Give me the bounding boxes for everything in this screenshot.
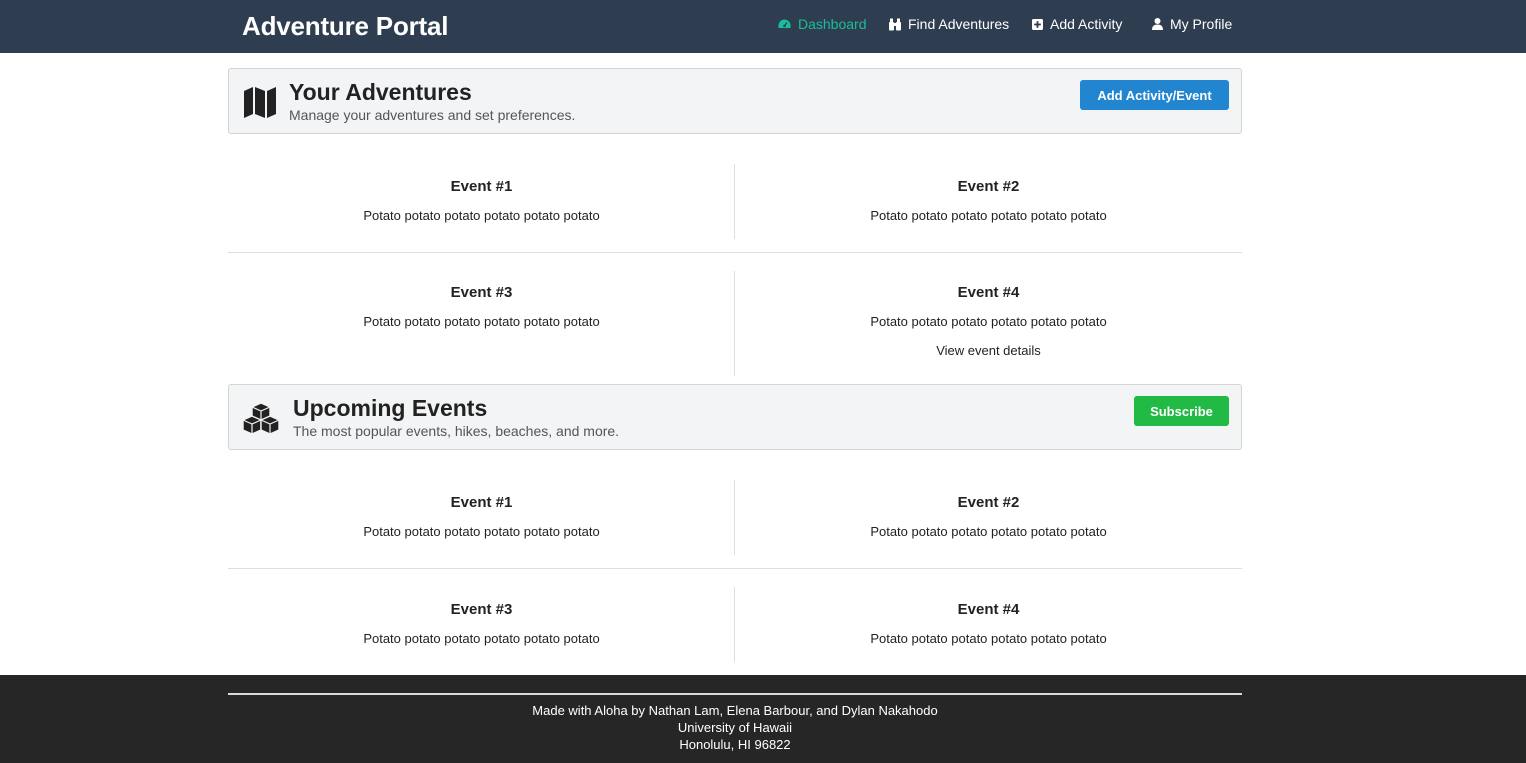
binoculars-icon [889,18,901,30]
nav-item-label: Find Adventures [908,16,1010,32]
nav-item-label: Dashboard [798,16,867,32]
brand-title[interactable]: Adventure Portal [242,11,448,42]
row-divider [228,568,1242,569]
event-description: Potato potato potato potato potato potat… [363,631,600,646]
upcoming-events-header: Upcoming Events The most popular events,… [228,384,1242,450]
event-description: Potato potato potato potato potato potat… [363,314,600,329]
plus-square-icon [1032,18,1043,30]
row-divider [228,252,1242,253]
nav-item-find-adventures[interactable]: Find Adventures [889,16,1009,32]
dashboard-icon [778,19,791,28]
footer-credits: Made with Aloha by Nathan Lam, Elena Bar… [532,703,938,718]
nav-item-dashboard[interactable]: Dashboard [778,16,867,32]
add-activity-event-button[interactable]: Add Activity/Event [1080,80,1229,110]
subscribe-button[interactable]: Subscribe [1134,396,1229,426]
event-description: Potato potato potato potato potato potat… [363,524,600,539]
event-title: Event #4 [957,284,1020,301]
user-icon [1152,18,1163,30]
cubes-icon [242,402,280,435]
nav-item-my-profile[interactable]: My Profile [1152,16,1232,32]
footer-divider [228,693,1242,695]
event-card: Event #1 Potato potato potato potato pot… [228,493,735,540]
section-title: Upcoming Events [293,395,488,421]
event-title: Event #3 [450,601,513,618]
event-card: Event #2 Potato potato potato potato pot… [735,493,1242,540]
section-title: Your Adventures [289,79,472,105]
event-card: Event #4 Potato potato potato potato pot… [735,283,1242,358]
event-title: Event #1 [450,494,513,511]
event-card: Event #3 Potato potato potato potato pot… [228,283,735,330]
view-event-details-link[interactable]: View event details [735,343,1242,358]
map-icon [244,87,276,118]
event-description: Potato potato potato potato potato potat… [363,208,600,223]
upcoming-events-grid: Event #1 Potato potato potato potato pot… [228,480,1242,662]
event-description: Potato potato potato potato potato potat… [870,314,1107,329]
event-title: Event #1 [450,178,513,195]
nav-item-label: My Profile [1170,16,1233,32]
event-card: Event #3 Potato potato potato potato pot… [228,600,735,647]
your-adventures-header: Your Adventures Manage your adventures a… [228,68,1242,134]
event-card: Event #1 Potato potato potato potato pot… [228,177,735,224]
event-title: Event #3 [450,284,513,301]
your-adventures-grid: Event #1 Potato potato potato potato pot… [228,164,1242,376]
section-subtitle: Manage your adventures and set preferenc… [289,107,576,123]
event-description: Potato potato potato potato potato potat… [870,524,1107,539]
section-subtitle: The most popular events, hikes, beaches,… [293,423,620,439]
top-navbar: Adventure Portal Dashboard Find Adventur… [0,0,1526,53]
event-card: Event #4 Potato potato potato potato pot… [735,600,1242,647]
footer-university: University of Hawaii [677,720,793,735]
event-card: Event #2 Potato potato potato potato pot… [735,177,1242,224]
event-description: Potato potato potato potato potato potat… [870,208,1107,223]
event-description: Potato potato potato potato potato potat… [870,631,1107,646]
footer-address: Honolulu, HI 96822 [679,737,791,752]
nav-item-add-activity[interactable]: Add Activity [1032,16,1122,32]
event-title: Event #2 [957,494,1020,511]
footer: Made with Aloha by Nathan Lam, Elena Bar… [0,675,1526,763]
nav-item-label: Add Activity [1050,16,1123,32]
event-title: Event #4 [957,601,1020,618]
event-title: Event #2 [957,178,1020,195]
